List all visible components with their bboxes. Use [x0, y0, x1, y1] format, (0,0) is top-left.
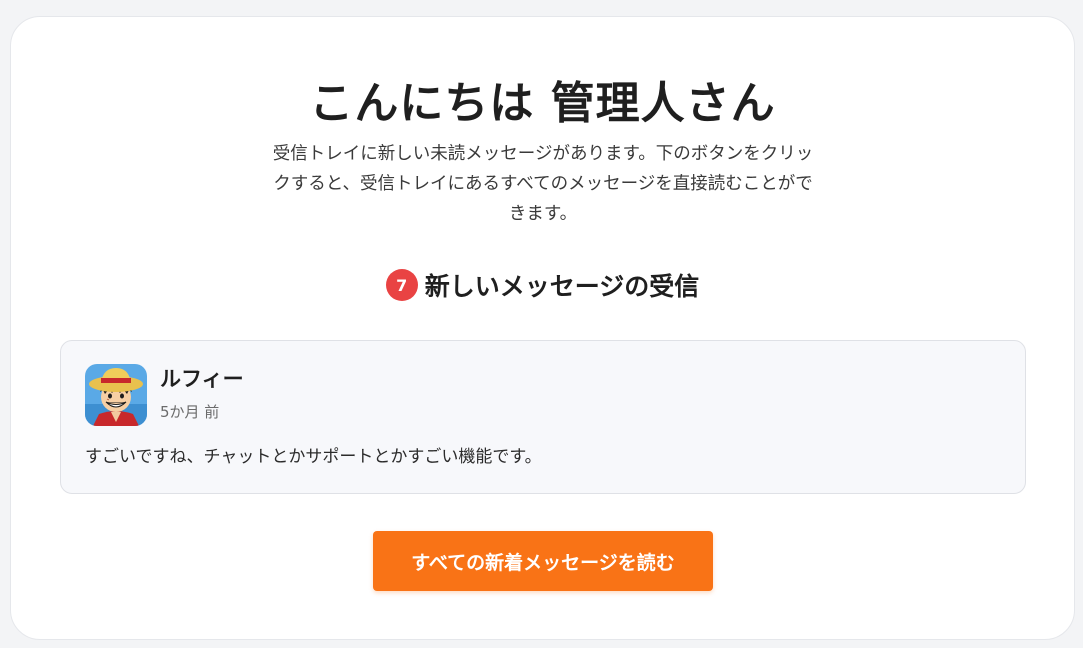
new-messages-title: 新しいメッセージの受信 — [424, 272, 700, 301]
unread-count-badge: 7 — [385, 269, 418, 301]
intro-text: 受信トレイに新しい未読メッセージがあります。下のボタンをクリッ クすると、受信ト… — [223, 139, 863, 229]
sender-name: ルフィー — [160, 367, 244, 391]
luffy-avatar-icon — [85, 364, 147, 426]
message-preview: すごいですね、チャットとかサポートとかすごい機能です。 — [85, 447, 542, 467]
notification-card: こんにちは 管理人さん 受信トレイに新しい未読メッセージがあります。下のボタンを… — [10, 16, 1075, 640]
avatar-image — [85, 364, 147, 426]
greeting-title: こんにちは 管理人さん — [309, 78, 776, 129]
message-timestamp: 5か月 前 — [160, 403, 220, 421]
intro-line: 受信トレイに新しい未読メッセージがあります。下のボタンをクリッ — [272, 144, 814, 164]
message-item[interactable]: ルフィー 5か月 前 すごいですね、チャットとかサポートとかすごい機能です。 — [60, 340, 1026, 494]
intro-line: きます。 — [508, 204, 578, 224]
read-all-messages-button[interactable]: すべての新着メッセージを読む — [373, 531, 713, 591]
new-messages-heading: 7 新しいメッセージの受信 — [11, 267, 1074, 303]
intro-line: クすると、受信トレイにあるすべてのメッセージを直接読むことがで — [273, 174, 813, 194]
